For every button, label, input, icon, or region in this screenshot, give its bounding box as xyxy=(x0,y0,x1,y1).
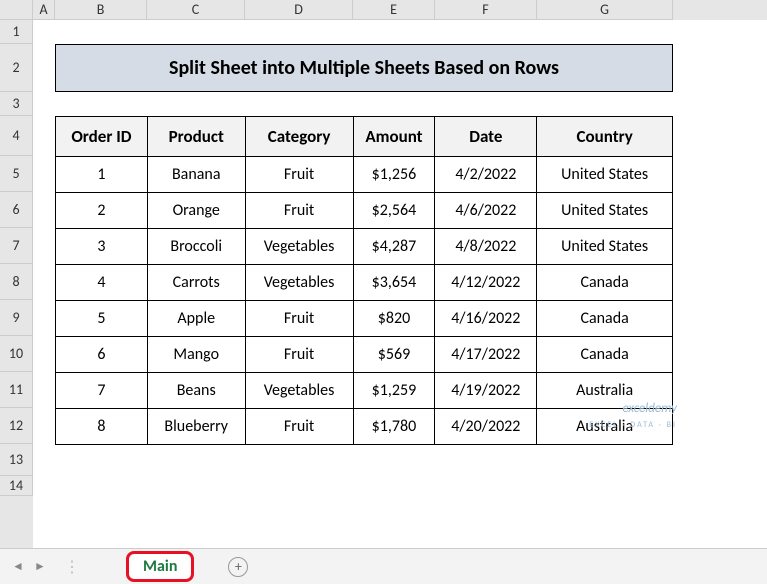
cell-product[interactable]: Blueberry xyxy=(147,409,245,445)
main-grid: A B C D E F G Split Sheet into Multiple … xyxy=(33,0,767,548)
cell-country[interactable]: Canada xyxy=(537,265,673,301)
cell-product[interactable]: Beans xyxy=(147,373,245,409)
column-headers: A B C D E F G xyxy=(33,0,767,20)
watermark: exceldemy EXCEL · DATA · BI xyxy=(589,402,677,431)
cell-category[interactable]: Vegetables xyxy=(245,265,353,301)
col-header[interactable]: C xyxy=(147,0,245,20)
cell-country[interactable]: Canada xyxy=(537,337,673,373)
cell-date[interactable]: 4/12/2022 xyxy=(435,265,537,301)
cell-amount[interactable]: $569 xyxy=(353,337,435,373)
cell-date[interactable]: 4/16/2022 xyxy=(435,301,537,337)
table-row: 2OrangeFruit$2,5644/6/2022United States xyxy=(56,193,673,229)
cell-amount[interactable]: $1,780 xyxy=(353,409,435,445)
cell-category[interactable]: Fruit xyxy=(245,157,353,193)
header-product[interactable]: Product xyxy=(147,117,245,157)
cell-id[interactable]: 3 xyxy=(56,229,148,265)
cell-id[interactable]: 1 xyxy=(56,157,148,193)
row-header[interactable]: 8 xyxy=(0,264,33,300)
row-header[interactable]: 3 xyxy=(0,92,33,116)
table-row: 7BeansVegetables$1,2594/19/2022Australia xyxy=(56,373,673,409)
cell-date[interactable]: 4/19/2022 xyxy=(435,373,537,409)
cell-id[interactable]: 8 xyxy=(56,409,148,445)
table-header-row: Order ID Product Category Amount Date Co… xyxy=(56,117,673,157)
cell-id[interactable]: 4 xyxy=(56,265,148,301)
row-header[interactable]: 11 xyxy=(0,372,33,408)
header-country[interactable]: Country xyxy=(537,117,673,157)
row-header[interactable]: 5 xyxy=(0,156,33,192)
cell-id[interactable]: 5 xyxy=(56,301,148,337)
cell-country[interactable]: United States xyxy=(537,229,673,265)
add-sheet-button[interactable]: + xyxy=(228,557,248,577)
cell-country[interactable]: United States xyxy=(537,193,673,229)
cell-category[interactable]: Vegetables xyxy=(245,229,353,265)
cell-category[interactable]: Fruit xyxy=(245,193,353,229)
cell-amount[interactable]: $820 xyxy=(353,301,435,337)
grid-body: Split Sheet into Multiple Sheets Based o… xyxy=(33,20,767,445)
col-header[interactable]: B xyxy=(55,0,147,20)
cell-date[interactable]: 4/8/2022 xyxy=(435,229,537,265)
watermark-tag: EXCEL · DATA · BI xyxy=(589,420,677,430)
cell-date[interactable]: 4/6/2022 xyxy=(435,193,537,229)
cell-amount[interactable]: $1,256 xyxy=(353,157,435,193)
cell-product[interactable]: Apple xyxy=(147,301,245,337)
prev-sheet-icon[interactable]: ◄ xyxy=(10,559,26,574)
table-row: 3BroccoliVegetables$4,2874/8/2022United … xyxy=(56,229,673,265)
cell-date[interactable]: 4/2/2022 xyxy=(435,157,537,193)
header-category[interactable]: Category xyxy=(245,117,353,157)
spreadsheet-area: 1 2 3 4 5 6 7 8 9 10 11 12 13 14 A B C D… xyxy=(0,0,767,548)
cell-amount[interactable]: $3,654 xyxy=(353,265,435,301)
row-header[interactable]: 2 xyxy=(0,44,33,92)
row-header[interactable]: 7 xyxy=(0,228,33,264)
cell-date[interactable]: 4/17/2022 xyxy=(435,337,537,373)
row-header[interactable]: 10 xyxy=(0,336,33,372)
cell-amount[interactable]: $4,287 xyxy=(353,229,435,265)
cell-product[interactable]: Mango xyxy=(147,337,245,373)
data-table: Order ID Product Category Amount Date Co… xyxy=(55,116,673,445)
cell-id[interactable]: 7 xyxy=(56,373,148,409)
col-header[interactable]: A xyxy=(33,0,55,20)
row-header[interactable]: 12 xyxy=(0,408,33,444)
cell-amount[interactable]: $2,564 xyxy=(353,193,435,229)
cell-country[interactable]: United States xyxy=(537,157,673,193)
col-header[interactable]: F xyxy=(435,0,537,20)
header-date[interactable]: Date xyxy=(435,117,537,157)
cell-country[interactable]: Canada xyxy=(537,301,673,337)
row-header[interactable]: 9 xyxy=(0,300,33,336)
row-headers: 1 2 3 4 5 6 7 8 9 10 11 12 13 14 xyxy=(0,0,33,548)
cell-date[interactable]: 4/20/2022 xyxy=(435,409,537,445)
select-all-corner[interactable] xyxy=(0,0,33,20)
table-row: 8BlueberryFruit$1,7804/20/2022Australia xyxy=(56,409,673,445)
cell-product[interactable]: Broccoli xyxy=(147,229,245,265)
col-header[interactable]: E xyxy=(353,0,435,20)
cell-id[interactable]: 2 xyxy=(56,193,148,229)
table-row: 4CarrotsVegetables$3,6544/12/2022Canada xyxy=(56,265,673,301)
row-header[interactable]: 1 xyxy=(0,20,33,44)
col-header[interactable]: D xyxy=(245,0,353,20)
cell-amount[interactable]: $1,259 xyxy=(353,373,435,409)
watermark-brand: exceldemy xyxy=(622,401,677,416)
cell-product[interactable]: Carrots xyxy=(147,265,245,301)
cell-category[interactable]: Fruit xyxy=(245,301,353,337)
cell-category[interactable]: Vegetables xyxy=(245,373,353,409)
table-row: 5AppleFruit$8204/16/2022Canada xyxy=(56,301,673,337)
header-order-id[interactable]: Order ID xyxy=(56,117,148,157)
row-header[interactable]: 14 xyxy=(0,476,33,496)
sheet-title[interactable]: Split Sheet into Multiple Sheets Based o… xyxy=(55,44,673,92)
sheet-tab-main[interactable]: Main xyxy=(126,551,194,582)
cell-product[interactable]: Orange xyxy=(147,193,245,229)
divider: ⋮ xyxy=(64,557,80,577)
cell-category[interactable]: Fruit xyxy=(245,337,353,373)
sheet-tab-bar: ◄ ► ⋮ Main + xyxy=(0,548,767,584)
row-header[interactable]: 4 xyxy=(0,116,33,156)
col-header[interactable]: G xyxy=(537,0,673,20)
row-header[interactable]: 6 xyxy=(0,192,33,228)
cell-id[interactable]: 6 xyxy=(56,337,148,373)
next-sheet-icon[interactable]: ► xyxy=(32,559,48,574)
cell-category[interactable]: Fruit xyxy=(245,409,353,445)
table-row: 6MangoFruit$5694/17/2022Canada xyxy=(56,337,673,373)
cell-product[interactable]: Banana xyxy=(147,157,245,193)
table-row: 1BananaFruit$1,2564/2/2022United States xyxy=(56,157,673,193)
row-header[interactable]: 13 xyxy=(0,444,33,476)
header-amount[interactable]: Amount xyxy=(353,117,435,157)
